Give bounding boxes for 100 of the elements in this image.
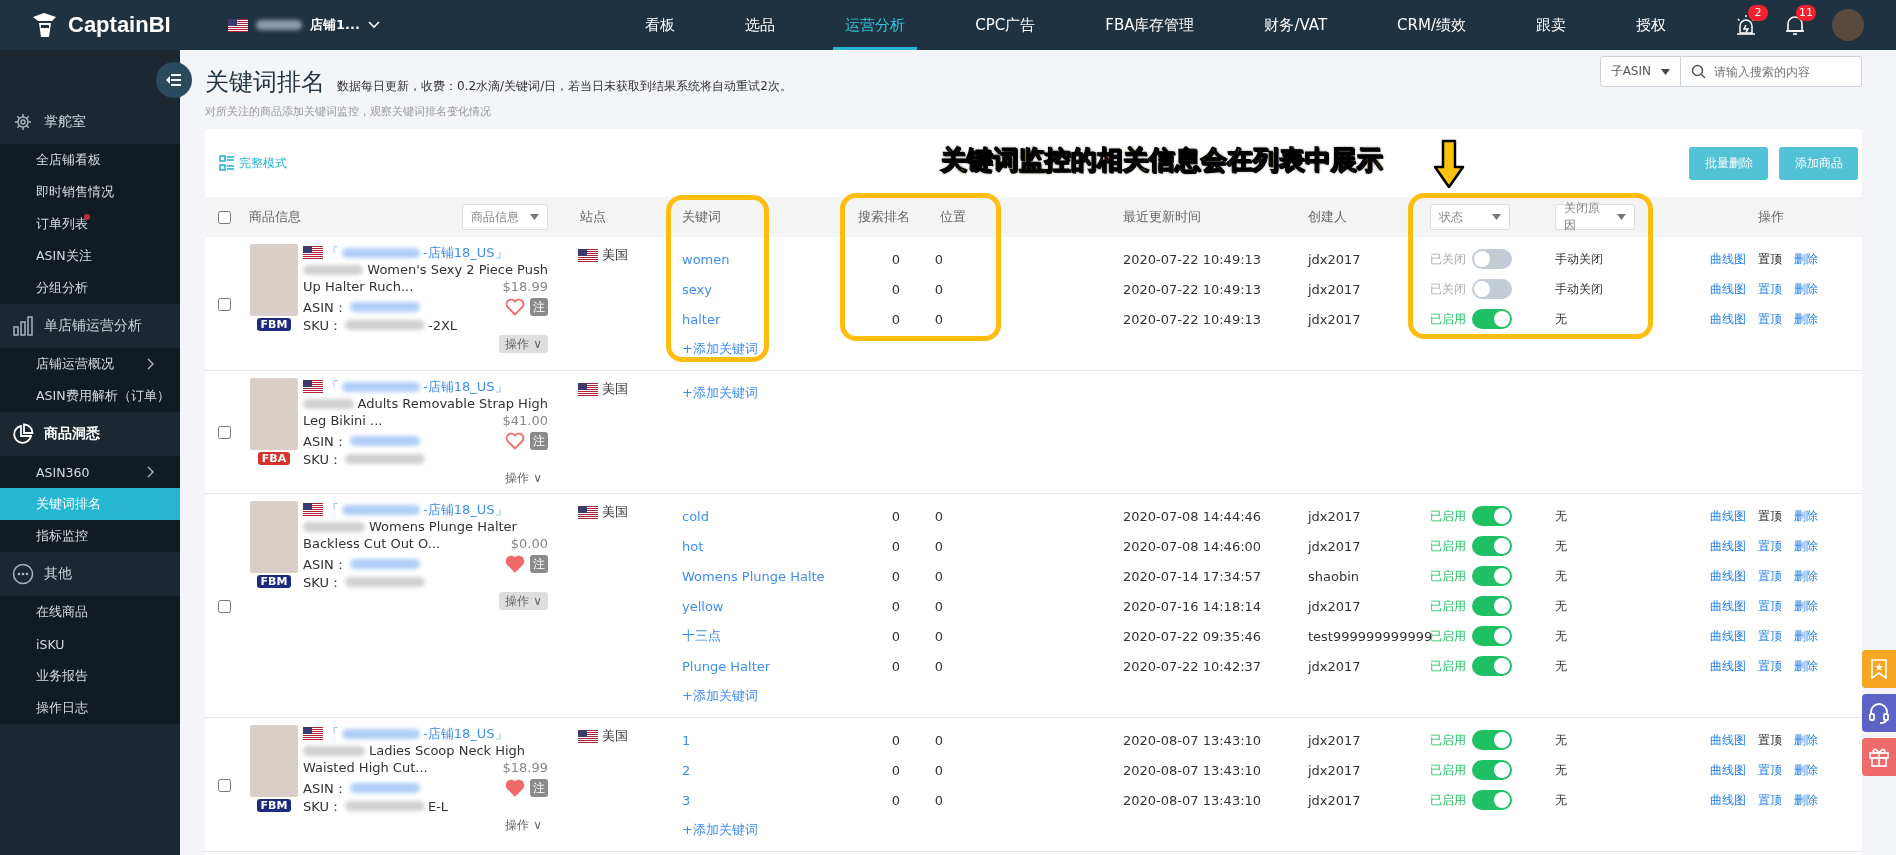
keyword-link[interactable]: hot [678, 538, 838, 554]
pin-link[interactable]: 置顶 [1758, 791, 1782, 809]
sidebar-item[interactable]: ASIN360 [0, 456, 180, 488]
sidebar-item[interactable]: 即时销售情况 [0, 176, 180, 208]
nav-tab[interactable]: CRM/绩效 [1385, 0, 1478, 50]
bookmark-button[interactable] [1862, 650, 1896, 688]
status-toggle[interactable] [1472, 626, 1512, 646]
keyword-link[interactable]: 2 [678, 762, 838, 778]
add-keyword-link[interactable]: +添加关键词 [678, 687, 838, 705]
sidebar-group[interactable]: 商品洞悉 [0, 412, 180, 456]
operations-dropdown[interactable]: 操作 ∨ [499, 469, 548, 487]
status-toggle[interactable] [1472, 730, 1512, 750]
keyword-link[interactable]: sexy [678, 281, 838, 297]
action-link[interactable]: 曲线图 [1710, 731, 1746, 749]
keyword-link[interactable]: Womens Plunge Halte [678, 568, 838, 584]
action-link[interactable]: 删除 [1794, 597, 1818, 615]
sidebar-item[interactable]: 在线商品 [0, 596, 180, 628]
action-link[interactable]: 曲线图 [1710, 657, 1746, 675]
sidebar-item[interactable]: 操作日志 [0, 692, 180, 724]
status-toggle[interactable] [1472, 596, 1512, 616]
action-link[interactable]: 曲线图 [1710, 597, 1746, 615]
action-link[interactable]: 曲线图 [1710, 567, 1746, 585]
product-filter-dropdown[interactable]: 商品信息 [462, 204, 548, 230]
pin-link[interactable]: 置顶 [1758, 761, 1782, 779]
action-link[interactable]: 曲线图 [1710, 627, 1746, 645]
pin-link[interactable]: 置顶 [1758, 280, 1782, 298]
collapse-sidebar-button[interactable] [156, 62, 192, 98]
action-link[interactable]: 删除 [1794, 627, 1818, 645]
keyword-link[interactable]: cold [678, 508, 838, 524]
avatar[interactable] [1832, 9, 1864, 41]
search-scope-select[interactable]: 子ASIN [1599, 56, 1681, 87]
status-toggle[interactable] [1472, 536, 1512, 556]
nav-tab[interactable]: 财务/VAT [1252, 0, 1340, 50]
heart-icon[interactable] [505, 298, 525, 316]
gift-button[interactable] [1862, 738, 1896, 776]
status-toggle[interactable] [1472, 760, 1512, 780]
status-toggle[interactable] [1472, 309, 1512, 329]
note-button[interactable]: 注 [530, 298, 548, 316]
row-checkbox[interactable] [218, 778, 231, 792]
nav-tab[interactable]: 跟卖 [1524, 0, 1578, 50]
add-keyword-link[interactable]: +添加关键词 [678, 384, 838, 402]
sidebar-item[interactable]: 指标监控 [0, 520, 180, 552]
keyword-link[interactable]: yellow [678, 598, 838, 614]
nav-tab[interactable]: 看板 [633, 0, 688, 50]
heart-icon[interactable] [505, 779, 525, 797]
action-link[interactable]: 删除 [1794, 731, 1818, 749]
pin-link[interactable]: 置顶 [1758, 537, 1782, 555]
action-link[interactable]: 曲线图 [1710, 310, 1746, 328]
action-link[interactable]: 删除 [1794, 250, 1818, 268]
keyword-link[interactable]: women [678, 251, 838, 267]
nav-tab[interactable]: CPC广告 [963, 0, 1048, 50]
row-checkbox[interactable] [218, 599, 231, 613]
action-link[interactable]: 删除 [1794, 761, 1818, 779]
pin-link[interactable]: 置顶 [1758, 567, 1782, 585]
status-toggle[interactable] [1472, 656, 1512, 676]
full-mode-toggle[interactable]: 完整模式 [219, 154, 287, 172]
action-link[interactable]: 删除 [1794, 567, 1818, 585]
pin-link[interactable]: 置顶 [1758, 507, 1782, 525]
sidebar-item[interactable]: 分组分析 [0, 272, 180, 304]
store-selector[interactable]: 店铺1... [228, 16, 380, 34]
status-toggle[interactable] [1472, 506, 1512, 526]
action-link[interactable]: 删除 [1794, 657, 1818, 675]
row-checkbox[interactable] [218, 426, 231, 439]
action-link[interactable]: 曲线图 [1710, 250, 1746, 268]
sidebar-item[interactable]: 全店铺看板 [0, 144, 180, 176]
sidebar-group[interactable]: 单店铺运营分析 [0, 304, 180, 348]
sidebar-group[interactable]: 掌舵室 [0, 100, 180, 144]
pin-link[interactable]: 置顶 [1758, 250, 1782, 268]
status-filter-dropdown[interactable]: 状态 [1430, 204, 1510, 230]
keyword-link[interactable]: halter [678, 311, 838, 327]
action-link[interactable]: 曲线图 [1710, 537, 1746, 555]
search-input[interactable]: 请输入搜索的内容 [1712, 63, 1846, 80]
action-link[interactable]: 删除 [1794, 507, 1818, 525]
pin-link[interactable]: 置顶 [1758, 627, 1782, 645]
action-link[interactable]: 删除 [1794, 310, 1818, 328]
search-field[interactable]: 请输入搜索的内容 [1681, 56, 1862, 87]
note-button[interactable]: 注 [530, 779, 548, 797]
status-toggle[interactable] [1472, 566, 1512, 586]
keyword-link[interactable]: 3 [678, 792, 838, 808]
note-button[interactable]: 注 [530, 432, 548, 450]
sidebar-group[interactable]: 其他 [0, 552, 180, 596]
sidebar-item[interactable]: iSKU [0, 628, 180, 660]
heart-icon[interactable] [505, 432, 525, 450]
action-link[interactable]: 曲线图 [1710, 280, 1746, 298]
keyword-link[interactable]: Plunge Halter [678, 658, 838, 674]
action-link[interactable]: 曲线图 [1710, 507, 1746, 525]
status-toggle[interactable] [1472, 279, 1512, 299]
sidebar-item[interactable]: 关键词排名 [0, 488, 180, 520]
operations-dropdown[interactable]: 操作 ∨ [499, 592, 548, 610]
nav-tab[interactable]: FBA库存管理 [1093, 0, 1207, 50]
nav-tab[interactable]: 选品 [733, 0, 788, 50]
reason-filter-dropdown[interactable]: 关闭原因 [1555, 204, 1635, 230]
status-toggle[interactable] [1472, 790, 1512, 810]
pin-link[interactable]: 置顶 [1758, 597, 1782, 615]
action-link[interactable]: 曲线图 [1710, 761, 1746, 779]
action-link[interactable]: 曲线图 [1710, 791, 1746, 809]
sidebar-item[interactable]: 店铺运营概况 [0, 348, 180, 380]
keyword-link[interactable]: 1 [678, 732, 838, 748]
select-all-checkbox[interactable] [218, 210, 231, 224]
row-checkbox[interactable] [218, 297, 231, 311]
